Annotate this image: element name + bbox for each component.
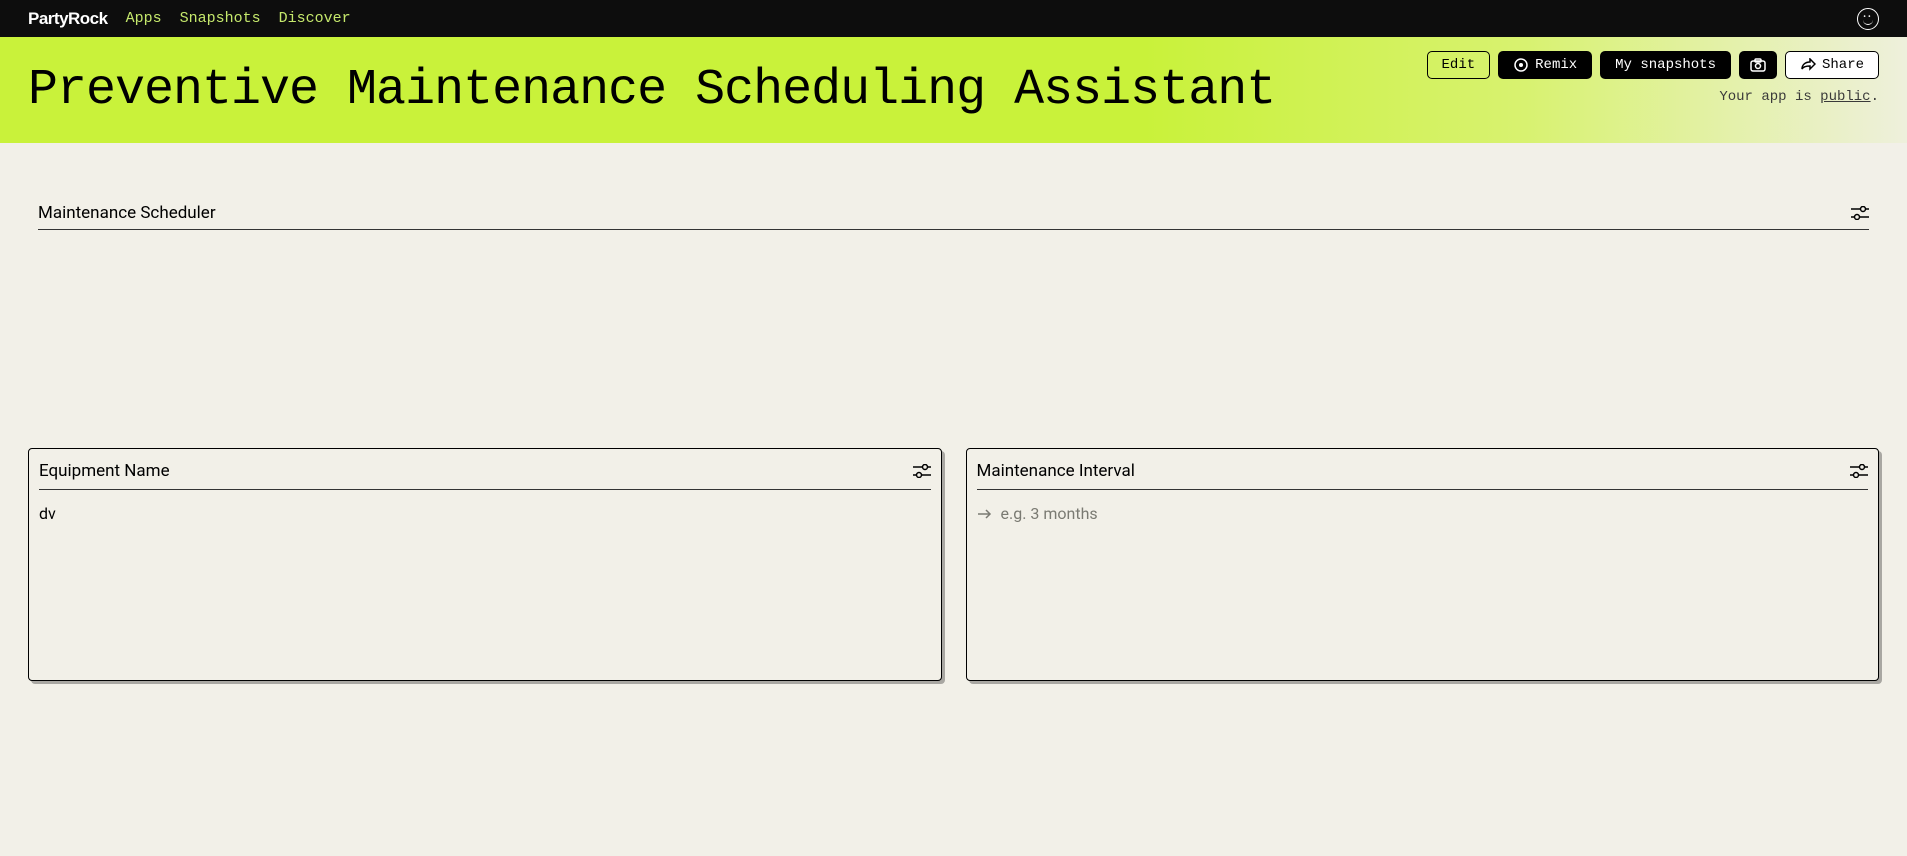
- equipment-card-header: Equipment Name: [39, 461, 931, 490]
- settings-sliders-icon[interactable]: [1851, 206, 1869, 220]
- camera-button[interactable]: [1739, 51, 1777, 79]
- camera-icon: [1750, 58, 1766, 72]
- remix-button[interactable]: Remix: [1498, 51, 1592, 79]
- action-buttons: Edit Remix My snapshots: [1427, 51, 1879, 79]
- share-button[interactable]: Share: [1785, 51, 1879, 79]
- app-title: Preventive Maintenance Scheduling Assist…: [28, 62, 1275, 119]
- content-area: Maintenance Scheduler Equipment Name: [0, 143, 1907, 681]
- my-snapshots-button[interactable]: My snapshots: [1600, 51, 1731, 79]
- interval-card-header: Maintenance Interval: [977, 461, 1869, 490]
- arrow-right-icon: [977, 507, 993, 521]
- hero-banner: Preventive Maintenance Scheduling Assist…: [0, 37, 1907, 143]
- equipment-name-card: Equipment Name dv: [28, 448, 942, 681]
- visibility-status: Your app is public.: [1719, 89, 1879, 105]
- cards-row: Equipment Name dv Maintenance Interval: [28, 448, 1879, 681]
- interval-input[interactable]: e.g. 3 months: [977, 504, 1869, 523]
- edit-button[interactable]: Edit: [1427, 51, 1491, 79]
- remix-label: Remix: [1535, 57, 1577, 73]
- settings-sliders-icon[interactable]: [913, 464, 931, 478]
- hero-actions: Edit Remix My snapshots: [1427, 51, 1879, 105]
- top-nav: PartyRock Apps Snapshots Discover: [0, 0, 1907, 37]
- visibility-suffix: .: [1871, 89, 1879, 105]
- nav-left: PartyRock Apps Snapshots Discover: [28, 9, 351, 29]
- visibility-link[interactable]: public: [1820, 89, 1870, 105]
- logo[interactable]: PartyRock: [28, 9, 108, 29]
- interval-card-title: Maintenance Interval: [977, 461, 1135, 481]
- share-label: Share: [1822, 57, 1864, 73]
- nav-link-discover[interactable]: Discover: [279, 10, 351, 27]
- share-arrow-icon: [1800, 58, 1816, 72]
- equipment-input[interactable]: dv: [39, 504, 931, 523]
- nav-right: [1857, 8, 1879, 30]
- settings-sliders-icon[interactable]: [1850, 464, 1868, 478]
- visibility-prefix: Your app is: [1719, 89, 1820, 105]
- equipment-card-title: Equipment Name: [39, 461, 170, 481]
- nav-link-snapshots[interactable]: Snapshots: [180, 10, 261, 27]
- interval-placeholder: e.g. 3 months: [1001, 504, 1098, 523]
- maintenance-interval-card: Maintenance Interval: [966, 448, 1880, 681]
- remix-icon: [1513, 57, 1529, 73]
- scheduler-widget: Maintenance Scheduler: [38, 203, 1869, 230]
- nav-link-apps[interactable]: Apps: [126, 10, 162, 27]
- scheduler-title: Maintenance Scheduler: [38, 203, 216, 223]
- profile-smiley-icon[interactable]: [1857, 8, 1879, 30]
